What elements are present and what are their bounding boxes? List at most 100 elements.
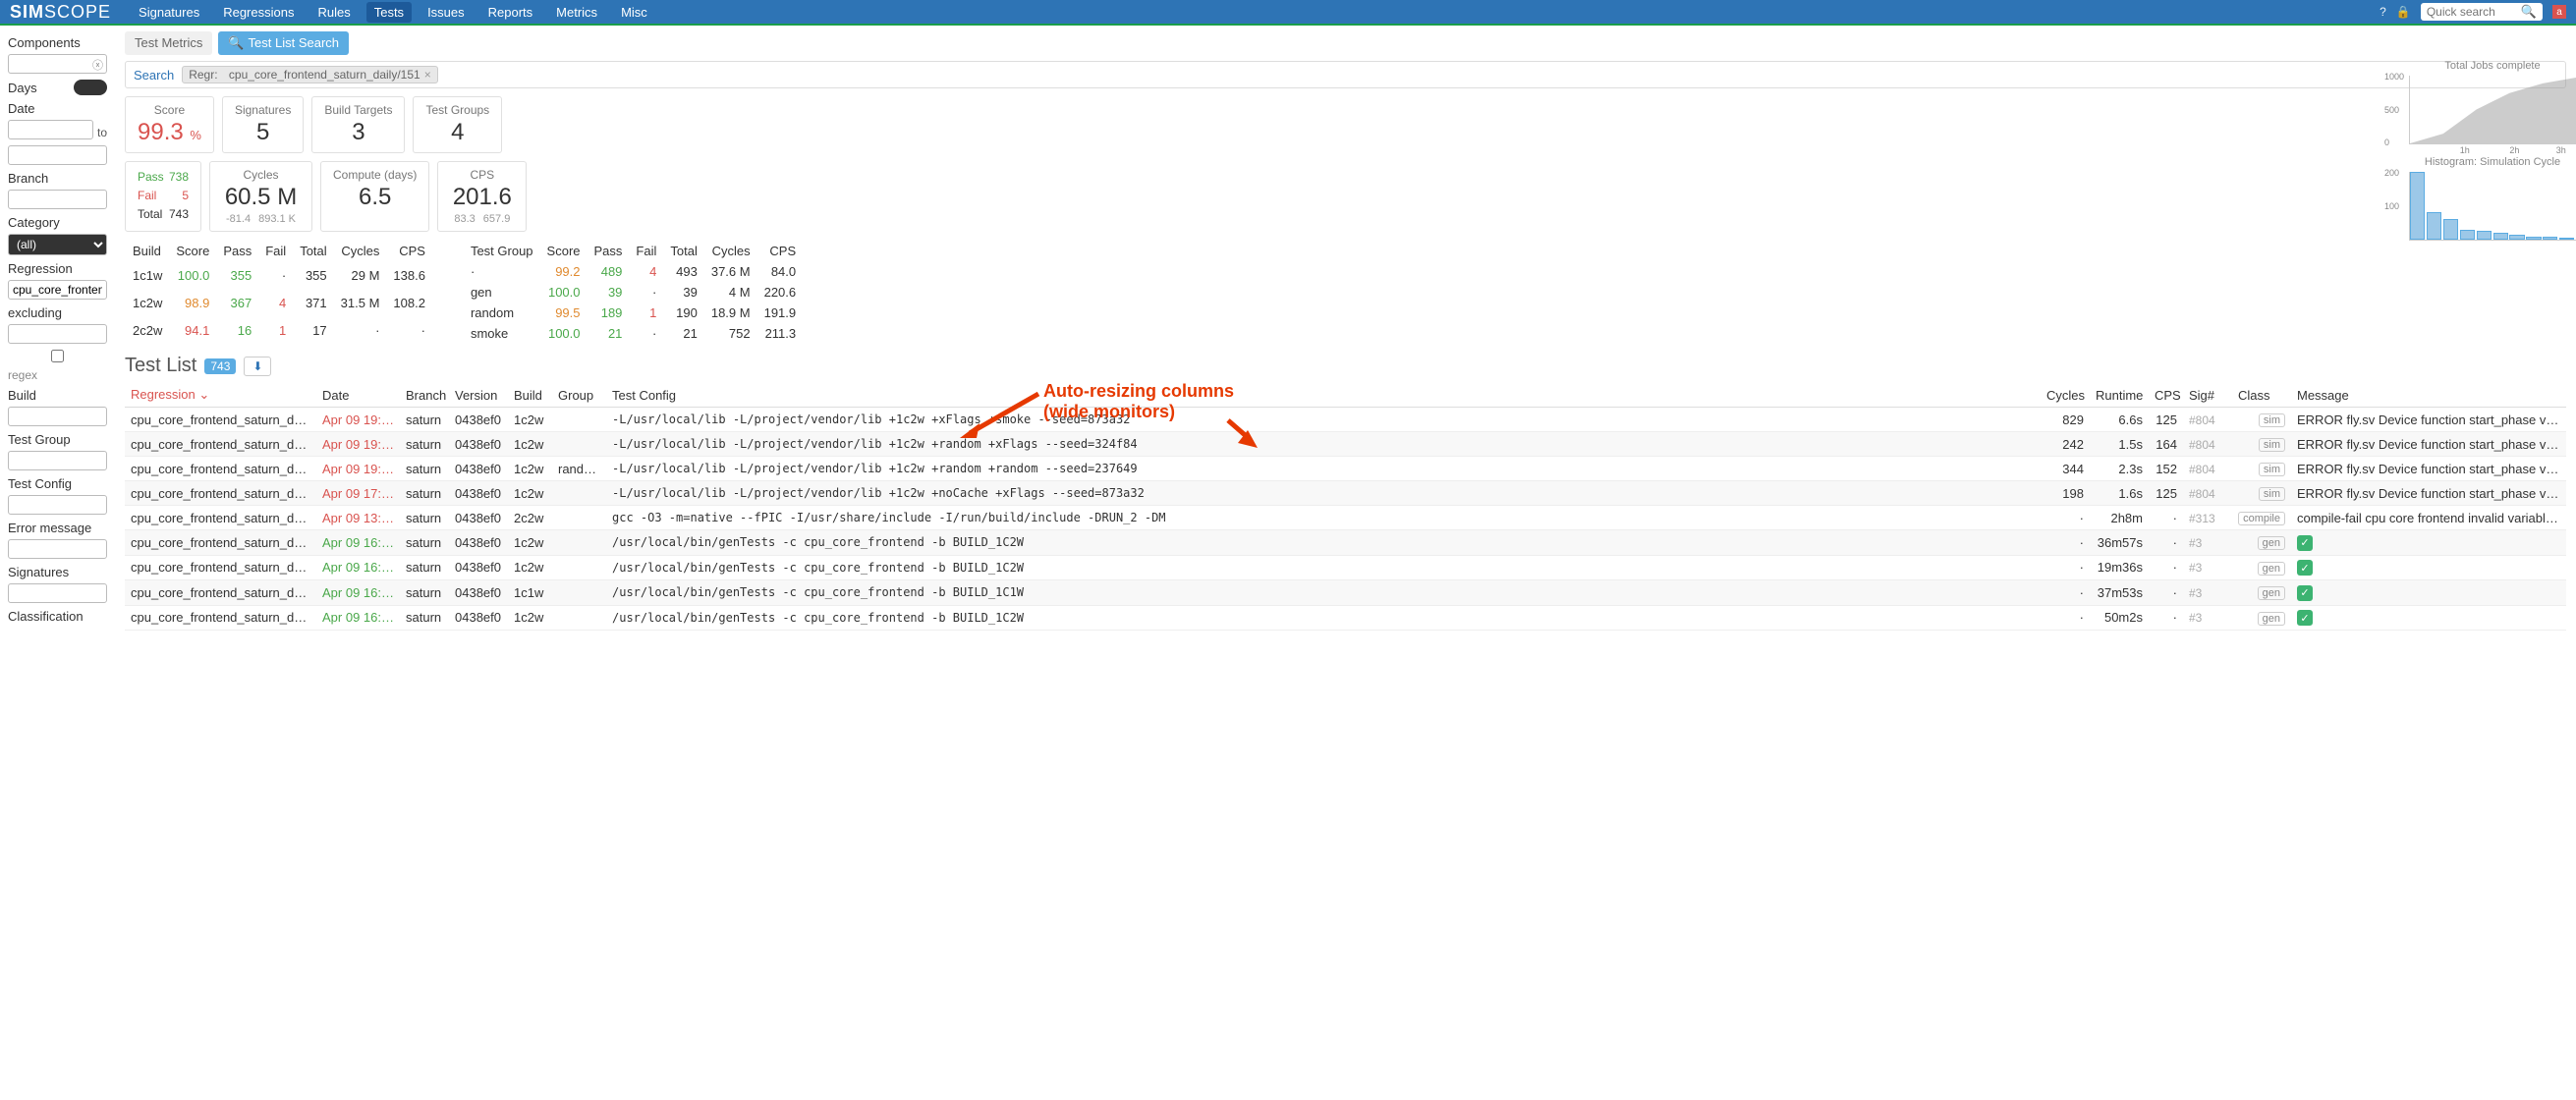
errmsg-input[interactable]: [8, 539, 107, 559]
table-row[interactable]: cpu_core_frontend_saturn_daily/151Apr 09…: [125, 481, 2566, 506]
label-errmsg: Error message: [8, 521, 107, 535]
label-classification: Classification: [8, 609, 107, 624]
tab-test-metrics[interactable]: Test Metrics: [125, 31, 212, 55]
check-icon: ✓: [2297, 585, 2313, 601]
close-icon[interactable]: ×: [424, 68, 431, 82]
label-excluding: excluding: [8, 305, 107, 320]
regex-checkbox[interactable]: [8, 350, 107, 362]
group-row[interactable]: random99.5189119018.9 M191.9: [465, 303, 802, 322]
nav-reports[interactable]: Reports: [480, 2, 541, 23]
card-pass-fail-total: Pass 738 Fail 5 Total 743: [125, 161, 201, 232]
nav-issues[interactable]: Issues: [420, 2, 473, 23]
nav-signatures[interactable]: Signatures: [131, 2, 207, 23]
table-row[interactable]: cpu_core_frontend_saturn_daily/151Apr 09…: [125, 580, 2566, 606]
col-testconfig[interactable]: Test Config: [606, 383, 2041, 408]
testconfig-input[interactable]: [8, 495, 107, 515]
label-testgroup: Test Group: [8, 432, 107, 447]
col-runtime[interactable]: Runtime: [2090, 383, 2149, 408]
col-version[interactable]: Version: [449, 383, 508, 408]
help-icon[interactable]: ?: [2380, 5, 2386, 19]
clear-icon[interactable]: ⓧ: [92, 57, 103, 73]
user-badge[interactable]: a: [2552, 5, 2566, 19]
nav-metrics[interactable]: Metrics: [548, 2, 605, 23]
test-list-table: Regression ⌄ Date Branch Version Build G…: [125, 383, 2566, 631]
table-row[interactable]: cpu_core_frontend_saturn_daily/151Apr 09…: [125, 530, 2566, 556]
table-row[interactable]: cpu_core_frontend_saturn_daily/151Apr 09…: [125, 555, 2566, 580]
quick-search-input[interactable]: [2427, 5, 2515, 19]
chart-title: Total Jobs complete: [2409, 60, 2576, 72]
days-pill[interactable]: [74, 80, 107, 95]
stats-row: Score99.3 % Signatures5 Build Targets3 T…: [125, 96, 2566, 153]
download-button[interactable]: ⬇: [244, 357, 271, 376]
check-icon: ✓: [2297, 610, 2313, 626]
label-build: Build: [8, 388, 107, 403]
testgroup-input[interactable]: [8, 451, 107, 470]
date-from-input[interactable]: [8, 120, 93, 139]
label-to: to: [97, 126, 107, 139]
signatures-input[interactable]: [8, 583, 107, 603]
excluding-input[interactable]: [8, 324, 107, 344]
label-branch: Branch: [8, 171, 107, 186]
label-regression: Regression: [8, 261, 107, 276]
nav-misc[interactable]: Misc: [613, 2, 655, 23]
card-cycles: Cycles60.5 M-81.4893.1 K: [209, 161, 312, 232]
histogram-chart: Histogram: Simulation Cycle 200 100: [2409, 156, 2576, 241]
build-row[interactable]: 1c1w100.0355·35529 M138.6: [127, 262, 431, 288]
branch-input[interactable]: [8, 190, 107, 209]
label-signatures: Signatures: [8, 565, 107, 579]
label-components: Components: [8, 35, 107, 50]
test-count-badge: 743: [204, 358, 236, 374]
card-signatures: Signatures5: [222, 96, 304, 153]
nav-rules[interactable]: Rules: [309, 2, 358, 23]
build-row[interactable]: 2c2w94.116117··: [127, 317, 431, 343]
group-row[interactable]: smoke100.021·21752211.3: [465, 324, 802, 343]
col-branch[interactable]: Branch: [400, 383, 449, 408]
regression-input[interactable]: [8, 280, 107, 300]
charts-panel: Total Jobs complete 1000 500 0 1h 2h 3h …: [2409, 60, 2576, 252]
nav-regressions[interactable]: Regressions: [215, 2, 302, 23]
build-row[interactable]: 1c2w98.9367437131.5 M108.2: [127, 290, 431, 315]
chart-title: Histogram: Simulation Cycle: [2409, 156, 2576, 168]
quick-search[interactable]: 🔍: [2421, 3, 2543, 21]
nav-tests[interactable]: Tests: [366, 2, 412, 23]
label-date: Date: [8, 101, 107, 116]
filter-sidebar: Components ⓧ Days Date to Branch Categor…: [0, 26, 115, 637]
chevron-down-icon: ⌄: [198, 387, 209, 402]
group-row[interactable]: ·99.2489449337.6 M84.0: [465, 262, 802, 281]
build-input[interactable]: [8, 407, 107, 426]
test-list-title: Test List: [125, 355, 196, 377]
col-class[interactable]: Class: [2232, 383, 2291, 408]
search-icon[interactable]: 🔍: [2521, 4, 2537, 20]
card-score: Score99.3 %: [125, 96, 214, 153]
top-bar: SIMSCOPE Signatures Regressions Rules Tests…: [0, 0, 2576, 26]
main-panel: Test Metrics 🔍Test List Search Search Re…: [115, 26, 2576, 637]
table-row[interactable]: cpu_core_frontend_saturn_daily/151Apr 09…: [125, 457, 2566, 481]
col-build[interactable]: Build: [508, 383, 552, 408]
table-row[interactable]: cpu_core_frontend_saturn_daily/151Apr 09…: [125, 432, 2566, 457]
search-token[interactable]: Regr: cpu_core_frontend_saturn_daily/151…: [182, 66, 438, 83]
date-to-input[interactable]: [8, 145, 107, 165]
label-testconfig: Test Config: [8, 476, 107, 491]
tab-test-list-search[interactable]: 🔍Test List Search: [218, 31, 349, 55]
table-row[interactable]: cpu_core_frontend_saturn_daily/151Apr 09…: [125, 605, 2566, 631]
col-cps[interactable]: CPS: [2149, 383, 2183, 408]
table-row[interactable]: cpu_core_frontend_saturn_daily/151Apr 09…: [125, 506, 2566, 530]
search-label: Search: [134, 68, 174, 82]
table-row[interactable]: cpu_core_frontend_saturn_daily/151Apr 09…: [125, 408, 2566, 432]
check-icon: ✓: [2297, 560, 2313, 576]
col-message[interactable]: Message: [2291, 383, 2566, 408]
col-sig[interactable]: Sig#: [2183, 383, 2232, 408]
col-regression[interactable]: Regression ⌄: [125, 383, 316, 408]
label-category: Category: [8, 215, 107, 230]
brand-logo: SIMSCOPE: [10, 2, 111, 23]
card-build-targets: Build Targets3: [311, 96, 405, 153]
col-date[interactable]: Date: [316, 383, 400, 408]
card-compute: Compute (days)6.5: [320, 161, 429, 232]
group-summary-table: Test GroupScorePassFailTotalCyclesCPS·99…: [463, 240, 804, 345]
lock-icon[interactable]: 🔒: [2396, 5, 2411, 19]
col-cycles[interactable]: Cycles: [2041, 383, 2090, 408]
category-select[interactable]: (all): [8, 234, 107, 255]
group-row[interactable]: gen100.039·394 M220.6: [465, 283, 802, 302]
jobs-chart: Total Jobs complete 1000 500 0 1h 2h 3h: [2409, 60, 2576, 144]
col-group[interactable]: Group: [552, 383, 606, 408]
